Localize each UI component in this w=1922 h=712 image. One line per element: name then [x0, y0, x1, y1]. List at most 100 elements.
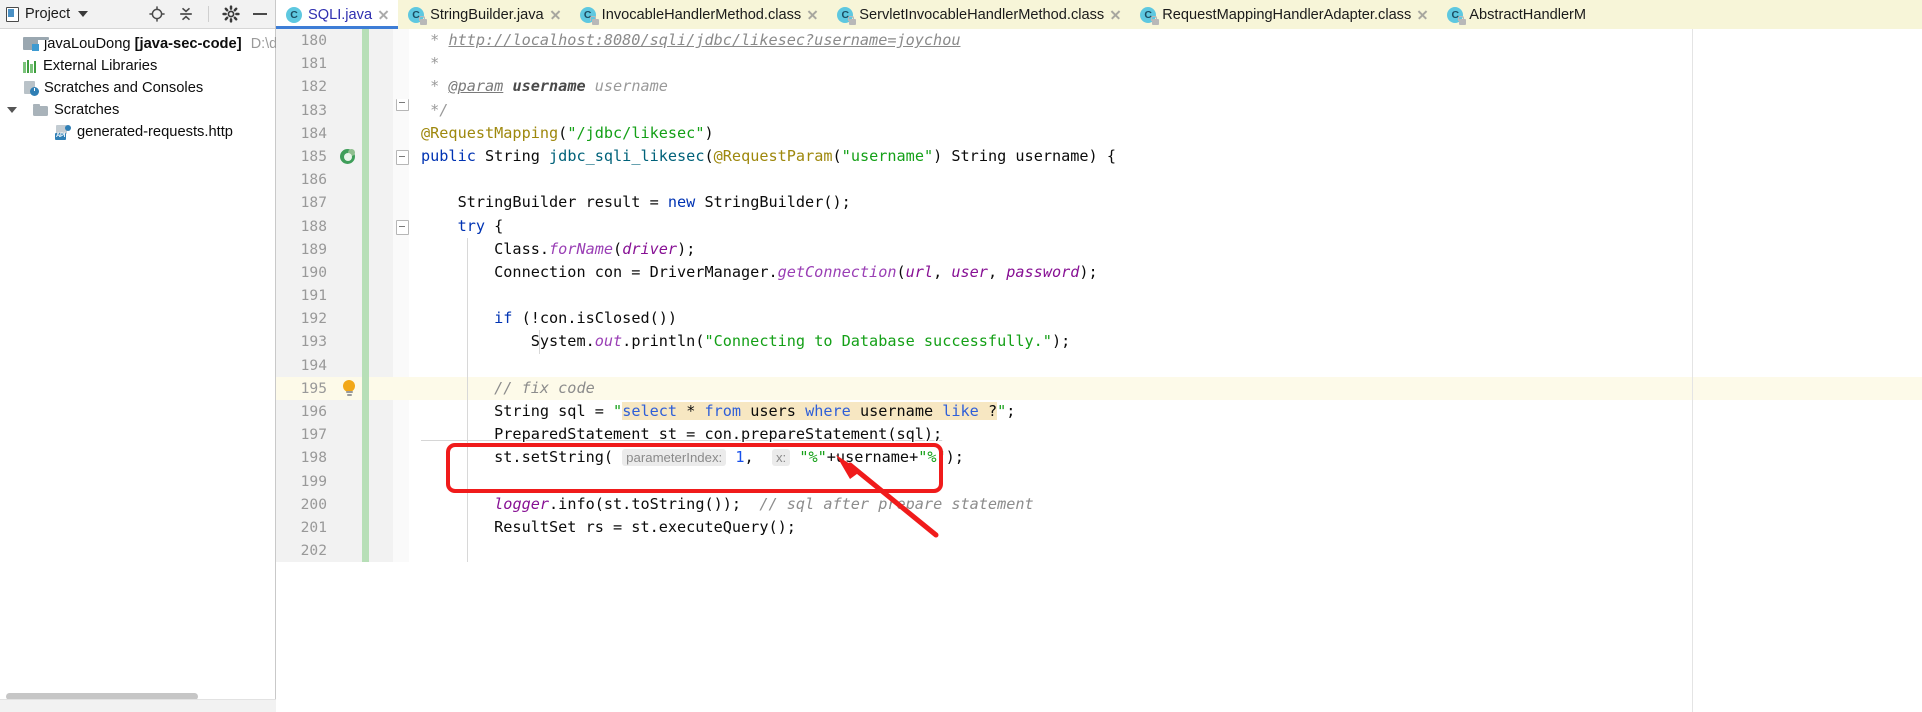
line-content[interactable]: * @param username username	[409, 75, 1922, 98]
gutter-fold-area[interactable]	[369, 400, 393, 423]
editor-line[interactable]: 193 System.out.println("Connecting to Da…	[276, 330, 1922, 353]
tab-abstracthandlermethod-class[interactable]: C AbstractHandlerM	[1437, 0, 1595, 29]
fold-column[interactable]	[393, 99, 409, 122]
gutter-icons[interactable]	[336, 284, 362, 307]
fold-marker-icon[interactable]	[396, 99, 409, 111]
project-panel-title-group[interactable]: Project	[6, 6, 88, 22]
gutter-icons[interactable]	[336, 539, 362, 562]
gutter-icons[interactable]	[336, 377, 362, 400]
line-content[interactable]: *	[409, 52, 1922, 75]
gutter-fold-area[interactable]	[369, 284, 393, 307]
fold-column[interactable]	[393, 446, 409, 469]
line-content[interactable]	[409, 168, 1922, 191]
fold-column[interactable]	[393, 354, 409, 377]
close-icon[interactable]	[807, 9, 818, 20]
editor-line[interactable]: 186	[276, 168, 1922, 191]
fold-column[interactable]	[393, 493, 409, 516]
gutter-icons[interactable]	[336, 400, 362, 423]
editor-line[interactable]: 190 Connection con = DriverManager.getCo…	[276, 261, 1922, 284]
gutter-fold-area[interactable]	[369, 446, 393, 469]
fold-column[interactable]	[393, 516, 409, 539]
line-content[interactable]: PreparedStatement st = con.prepareStatem…	[409, 423, 1922, 446]
gutter-fold-area[interactable]	[369, 168, 393, 191]
editor-line[interactable]: 197 PreparedStatement st = con.prepareSt…	[276, 423, 1922, 446]
line-content[interactable]: logger.info(st.toString()); // sql after…	[409, 493, 1922, 516]
gutter-fold-area[interactable]	[369, 145, 393, 168]
fold-column[interactable]	[393, 284, 409, 307]
line-content[interactable]: try {	[409, 215, 1922, 238]
gutter-fold-area[interactable]	[369, 470, 393, 493]
fold-column[interactable]	[393, 261, 409, 284]
editor-line[interactable]: 182 * @param username username	[276, 75, 1922, 98]
line-content[interactable]: System.out.println("Connecting to Databa…	[409, 330, 1922, 353]
gutter-icons[interactable]	[336, 168, 362, 191]
gutter-icons[interactable]	[336, 516, 362, 539]
gutter-icons[interactable]	[336, 493, 362, 516]
fold-column[interactable]	[393, 307, 409, 330]
editor-line[interactable]: 185 public String jdbc_sqli_likesec(@Req…	[276, 145, 1922, 168]
line-content[interactable]: @RequestMapping("/jdbc/likesec")	[409, 122, 1922, 145]
gutter-icons[interactable]	[336, 354, 362, 377]
editor-line[interactable]: 184 @RequestMapping("/jdbc/likesec")	[276, 122, 1922, 145]
gutter-fold-area[interactable]	[369, 354, 393, 377]
line-content[interactable]	[409, 284, 1922, 307]
gutter-icons[interactable]	[336, 75, 362, 98]
line-content[interactable]	[409, 354, 1922, 377]
gutter-fold-area[interactable]	[369, 330, 393, 353]
editor-line-current[interactable]: 195 // fix code	[276, 377, 1922, 400]
fold-marker-icon[interactable]	[396, 150, 409, 165]
gutter-icons[interactable]	[336, 307, 362, 330]
collapse-all-icon[interactable]	[177, 5, 195, 23]
gutter-fold-area[interactable]	[369, 238, 393, 261]
close-icon[interactable]	[550, 9, 561, 20]
gutter-fold-area[interactable]	[369, 377, 393, 400]
line-content[interactable]: // fix code	[409, 377, 1922, 400]
gutter-fold-area[interactable]	[369, 539, 393, 562]
fold-column[interactable]	[393, 423, 409, 446]
editor-line[interactable]: 180 * http://localhost:8080/sqli/jdbc/li…	[276, 29, 1922, 52]
gutter-fold-area[interactable]	[369, 307, 393, 330]
fold-column[interactable]	[393, 145, 409, 168]
fold-column[interactable]	[393, 400, 409, 423]
gutter-icons[interactable]	[336, 261, 362, 284]
line-content-sql[interactable]: String sql = "select * from users where …	[409, 400, 1922, 423]
gutter-icons[interactable]	[336, 29, 362, 52]
gutter-icons[interactable]	[336, 215, 362, 238]
intention-bulb-icon[interactable]	[342, 380, 356, 397]
gutter-icons[interactable]	[336, 470, 362, 493]
editor-line[interactable]: 189 Class.forName(driver);	[276, 238, 1922, 261]
fold-column[interactable]	[393, 52, 409, 75]
line-content[interactable]: if (!con.isClosed())	[409, 307, 1922, 330]
gutter-fold-area[interactable]	[369, 516, 393, 539]
gutter-icons[interactable]	[336, 52, 362, 75]
line-content[interactable]: public String jdbc_sqli_likesec(@Request…	[409, 145, 1922, 168]
line-content[interactable]	[409, 470, 1922, 493]
close-icon[interactable]	[1417, 9, 1428, 20]
line-content[interactable]: * http://localhost:8080/sqli/jdbc/likese…	[409, 29, 1922, 52]
fold-column[interactable]	[393, 539, 409, 562]
editor-line[interactable]: 201 ResultSet rs = st.executeQuery();	[276, 516, 1922, 539]
gutter-icons[interactable]	[336, 99, 362, 122]
line-content-setstring[interactable]: st.setString( parameterIndex: 1, x: "%"+…	[409, 446, 1922, 469]
line-content[interactable]: Connection con = DriverManager.getConnec…	[409, 261, 1922, 284]
gutter-fold-area[interactable]	[369, 29, 393, 52]
code-editor[interactable]: 180 * http://localhost:8080/sqli/jdbc/li…	[276, 29, 1922, 712]
tree-item-external-libraries[interactable]: External Libraries	[0, 55, 275, 77]
editor-line[interactable]: 199	[276, 470, 1922, 493]
editor-line[interactable]: 187 StringBuilder result = new StringBui…	[276, 191, 1922, 214]
fold-column[interactable]	[393, 122, 409, 145]
gutter-icons[interactable]	[336, 191, 362, 214]
gutter-icons[interactable]	[336, 330, 362, 353]
editor-line[interactable]: 196 String sql = "select * from users wh…	[276, 400, 1922, 423]
tree-item-generated-requests[interactable]: API generated-requests.http	[0, 121, 275, 143]
fold-marker-icon[interactable]	[396, 220, 409, 235]
tab-invocablehandlermethod-class[interactable]: C InvocableHandlerMethod.class	[570, 0, 828, 29]
fold-column[interactable]	[393, 168, 409, 191]
editor-line[interactable]: 194	[276, 354, 1922, 377]
gutter-fold-area[interactable]	[369, 215, 393, 238]
tree-twisty-expanded[interactable]	[6, 107, 18, 113]
gutter-fold-area[interactable]	[369, 493, 393, 516]
minimize-icon[interactable]	[251, 5, 269, 23]
fold-column[interactable]	[393, 29, 409, 52]
editor-line[interactable]: 181 *	[276, 52, 1922, 75]
